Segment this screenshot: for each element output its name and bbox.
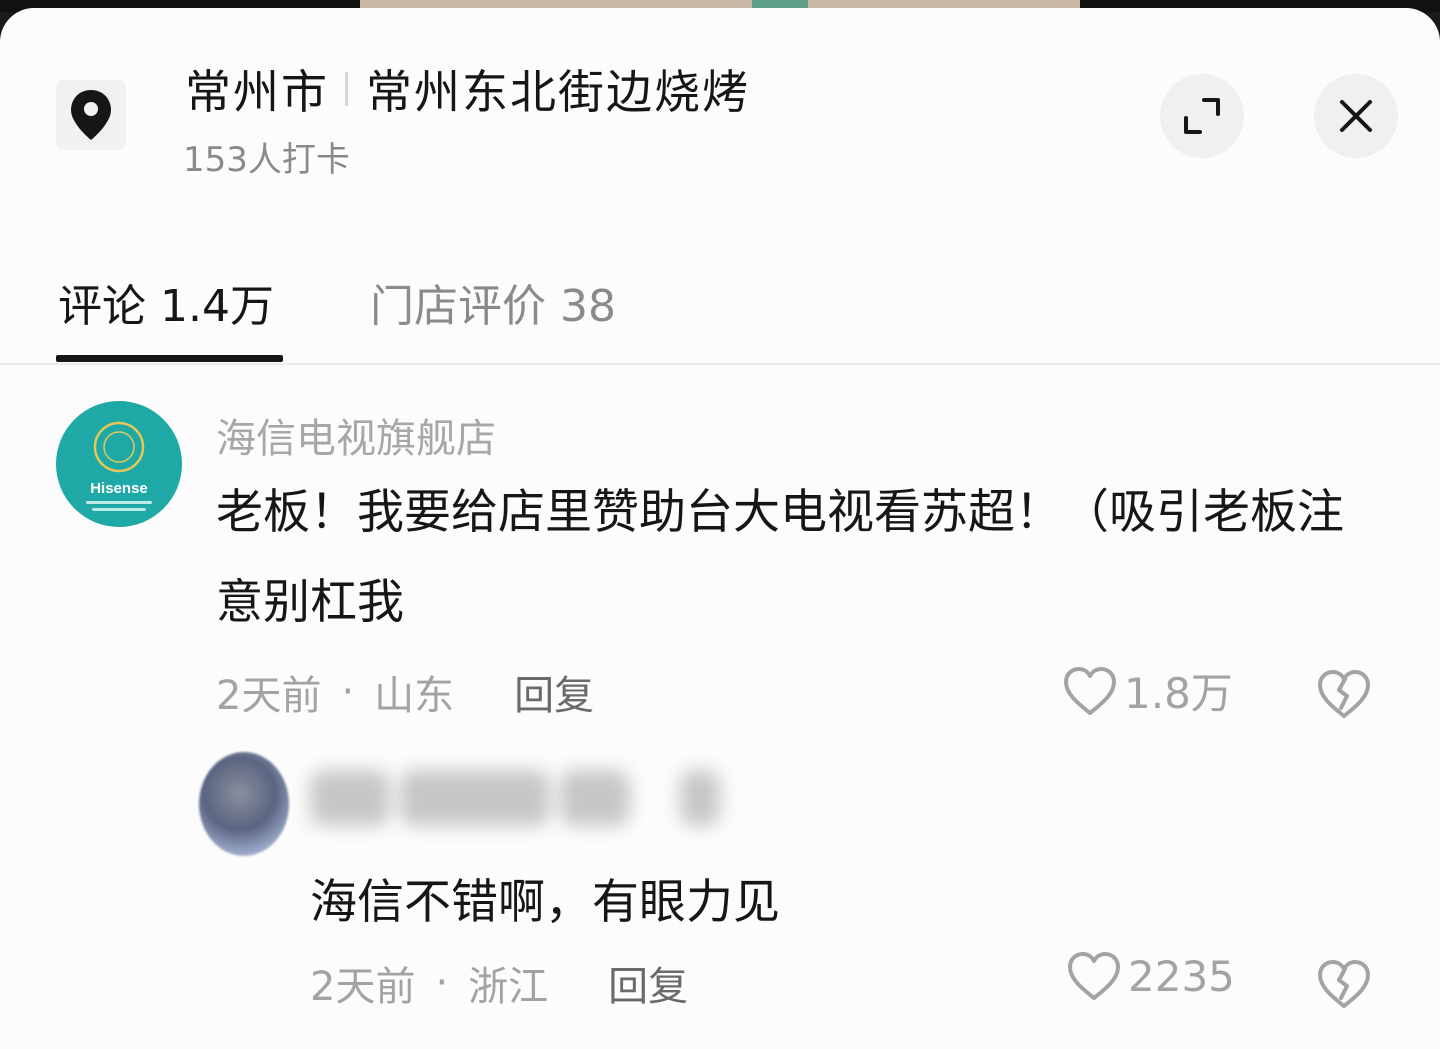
- meta-dot: ·: [435, 960, 449, 1006]
- comment-location: 山东: [374, 673, 455, 719]
- reply-text: 海信不错啊，有眼力见: [310, 875, 780, 930]
- reply-time: 2天前: [310, 964, 416, 1010]
- comment-text: 老板！我要给店里赞助台大电视看苏超！（吸引老板注意别杠我: [216, 485, 1344, 630]
- location-pin-icon: [56, 80, 126, 150]
- active-tab-indicator: [56, 355, 283, 362]
- reply-like-button[interactable]: 2235: [1066, 950, 1235, 1002]
- meta-dot: ·: [341, 669, 355, 715]
- shop-name: 常州东北街边烧烤: [366, 65, 750, 119]
- hisense-logo-text: Hisense: [90, 480, 148, 497]
- reply-dislike-button[interactable]: [1316, 958, 1372, 1014]
- comment-meta: 2天前 · 山东 回复: [216, 663, 594, 721]
- reply-meta: 2天前 · 浙江 回复: [310, 954, 688, 1012]
- dislike-button[interactable]: [1316, 668, 1372, 724]
- heart-icon: [1064, 666, 1116, 715]
- title-separator: [345, 72, 348, 106]
- reply-button[interactable]: 回复: [514, 663, 594, 721]
- comment-time: 2天前: [216, 673, 322, 719]
- bottom-fade: [0, 1013, 1440, 1049]
- reply-location: 浙江: [468, 964, 549, 1010]
- like-button[interactable]: 1.8万: [1062, 660, 1233, 721]
- reply-like-count: 2235: [1128, 951, 1235, 1001]
- reply-avatar[interactable]: [199, 752, 289, 856]
- like-count: 1.8万: [1124, 669, 1233, 718]
- broken-heart-icon: [1318, 960, 1370, 1008]
- expand-icon: [1184, 98, 1220, 134]
- place-title[interactable]: 常州市 常州东北街边烧烤: [185, 56, 750, 122]
- close-icon: [1340, 100, 1372, 132]
- expand-button[interactable]: [1160, 74, 1244, 158]
- broken-heart-icon: [1318, 670, 1370, 718]
- close-button[interactable]: [1314, 74, 1398, 158]
- avatar[interactable]: Hisense: [56, 401, 182, 527]
- comments-sheet: 常州市 常州东北街边烧烤 153人打卡 评论 1.4万 门店评价 38 Hise…: [0, 8, 1440, 1049]
- tab-store-reviews[interactable]: 门店评价 38: [370, 270, 616, 334]
- reply-username-blurred[interactable]: [310, 770, 730, 826]
- checkin-count: 153人打卡: [183, 140, 350, 180]
- heart-icon: [1068, 952, 1120, 1000]
- reply-button[interactable]: 回复: [608, 954, 688, 1012]
- tab-divider: [0, 363, 1440, 365]
- city-name: 常州市: [185, 65, 329, 119]
- tab-comments[interactable]: 评论 1.4万: [58, 270, 274, 334]
- comment-username[interactable]: 海信电视旗舰店: [216, 406, 496, 464]
